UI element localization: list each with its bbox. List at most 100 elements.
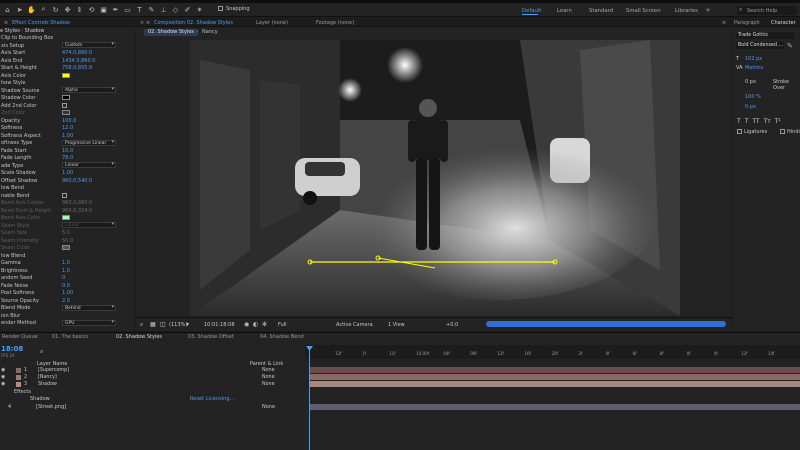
effect-property-value[interactable]: 1.00 [62, 133, 73, 139]
layer-row[interactable]: ◉ 1 [Supercomp] None [0, 367, 305, 374]
zoom-tool-icon[interactable]: ⌕ [39, 5, 48, 14]
pen-tool-icon[interactable]: ✒ [111, 5, 120, 14]
effect-property-row[interactable]: Seam Style Linear [0, 222, 135, 230]
effect-property-dropdown[interactable]: Custom [62, 42, 116, 48]
tab-layer[interactable]: Layer (none) [256, 20, 288, 26]
layer-parent[interactable]: None [262, 375, 275, 380]
effect-property-row[interactable]: Start & Height 758.0,855.9 [0, 64, 135, 72]
rectangle-tool-icon[interactable]: ▭ [123, 5, 132, 14]
layer-name[interactable]: Shadow [38, 382, 57, 387]
current-timecode[interactable]: 10:01:18:08 [204, 322, 235, 328]
leading-value[interactable]: 0 px [745, 79, 756, 85]
camera-tool-icon[interactable]: ▣ [99, 5, 108, 14]
layer-2-bar[interactable] [310, 374, 800, 380]
color-swatch[interactable] [62, 245, 70, 250]
effect-property-row[interactable]: Post Softness 1.00 [0, 289, 135, 297]
effect-property-row[interactable]: low Bend [0, 184, 135, 192]
layer-1-bar[interactable] [310, 367, 800, 373]
resolution-select[interactable]: Full [278, 322, 287, 328]
effect-property-value[interactable]: 758.0,855.9 [62, 65, 92, 71]
effect-property-row[interactable]: Offset Shadow 960.0,540.0 [0, 177, 135, 185]
color-swatch[interactable] [62, 110, 70, 115]
tab-footage[interactable]: Footage (none) [316, 20, 354, 26]
effect-property-row[interactable]: Blend Mode Behind [0, 304, 135, 312]
workspace-libraries[interactable]: Libraries [675, 8, 698, 14]
breadcrumb-shadow-styles[interactable]: 02. Shadow Styles [144, 29, 199, 36]
effect-property-value[interactable]: 0.0 [62, 283, 70, 289]
effect-property-value[interactable]: 960.0,860.0 [62, 200, 92, 206]
effect-property-row[interactable]: Seam Size 5.0 [0, 229, 135, 237]
effect-property-row[interactable]: Bend Axis Color [0, 214, 135, 222]
visibility-eye-icon[interactable]: ◉ [1, 367, 5, 373]
orbit-tool-icon[interactable]: ↻ [51, 5, 60, 14]
color-swatch[interactable] [62, 95, 70, 100]
tab-effect-controls[interactable]: Effect Controls Shadow [12, 20, 70, 26]
tab-paragraph[interactable]: Paragraph [734, 20, 760, 26]
composition-viewer[interactable] [190, 40, 680, 316]
effect-property-row[interactable]: Bend Start & Height 960.0,324.0 [0, 207, 135, 215]
stamp-tool-icon[interactable]: ⊥ [159, 5, 168, 14]
faux-bold-button[interactable]: T [737, 118, 741, 125]
effect-property-value[interactable]: 100.0 [62, 118, 76, 124]
label-color-swatch[interactable] [16, 382, 21, 387]
search-help-box[interactable]: ⌕ Search Help [737, 6, 797, 15]
dolly-tool-icon[interactable]: ⇕ [75, 5, 84, 14]
layer-parent[interactable]: None [262, 368, 275, 373]
effect-property-value[interactable]: 0 [62, 275, 65, 281]
layer-3-bar[interactable] [310, 381, 800, 387]
effect-property-row[interactable]: Softness Aspect 1.00 [0, 132, 135, 140]
superscript-button[interactable]: T¹ [775, 118, 781, 125]
label-color-swatch[interactable] [16, 368, 21, 373]
color-swatch[interactable] [62, 72, 70, 78]
effect-property-value[interactable]: 1.00 [62, 170, 73, 176]
effect-property-value[interactable]: 10.0 [62, 148, 73, 154]
effect-property-row[interactable]: low Blend [0, 252, 135, 260]
layer-row[interactable]: ◉ 3 Shadow None [0, 381, 305, 388]
effect-property-row[interactable]: Fade Start 10.0 [0, 147, 135, 155]
panel-menu-icon[interactable]: ≡ [4, 20, 8, 26]
snapshot-icon[interactable]: ◉ [244, 321, 249, 328]
font-size-value[interactable]: 102 px [745, 56, 762, 62]
effect-property-value[interactable]: 1434.0,860.0 [62, 58, 95, 64]
effect-property-row[interactable]: xis Setup Custom [0, 42, 135, 50]
playhead[interactable] [309, 347, 310, 450]
effect-property-row[interactable]: andom Seed 0 [0, 274, 135, 282]
effect-property-dropdown[interactable]: Progressive Linear [62, 139, 116, 146]
timeline-timecode[interactable]: 18:08 [1, 345, 23, 353]
layer-parent[interactable]: None [262, 382, 275, 387]
text-tool-icon[interactable]: T [135, 5, 144, 14]
effect-property-value[interactable]: 12.0 [62, 125, 73, 131]
effect-property-value[interactable]: 1.0 [62, 268, 70, 274]
faux-italic-button[interactable]: T [745, 118, 749, 125]
selection-tool-icon[interactable]: ➤ [15, 5, 24, 14]
panel-close-icon[interactable]: × [140, 20, 144, 26]
tab-character[interactable]: Character [771, 20, 796, 26]
licensing-link[interactable]: Licensing... [206, 396, 234, 402]
effect-property-row[interactable]: Opacity 100.0 [0, 117, 135, 125]
effect-property-dropdown[interactable]: Alpha [62, 87, 116, 93]
label-color-swatch[interactable] [16, 375, 21, 380]
effect-property-value[interactable]: 1.0 [62, 260, 70, 266]
chevron-down-icon[interactable]: ▾ [186, 321, 189, 328]
font-family-select[interactable]: Trade Gothic [736, 32, 794, 39]
layer-4-bar[interactable] [310, 404, 800, 410]
reset-link[interactable]: Reset [190, 396, 204, 402]
effect-property-dropdown[interactable]: GPU [62, 319, 116, 326]
tracking-value[interactable]: Metrics [745, 65, 763, 71]
all-caps-button[interactable]: TT [752, 118, 759, 125]
font-style-select[interactable]: Bold Condensed ... [736, 42, 784, 49]
camera-select[interactable]: Active Camera [336, 322, 373, 328]
vertical-scale-value[interactable]: 100 % [745, 94, 761, 100]
layer-4-name[interactable]: [Street.png] [36, 404, 66, 410]
effect-property-row[interactable]: Axis Color [0, 72, 135, 80]
color-swatch[interactable] [62, 215, 70, 220]
layer-name[interactable]: [Supercomp] [38, 368, 69, 373]
workspace-learn[interactable]: Learn [557, 8, 572, 14]
effect-property-row[interactable]: Seam Color [0, 244, 135, 252]
tab-the-basics[interactable]: 01. The basics [52, 334, 88, 340]
pan-tool-icon[interactable]: ✥ [63, 5, 72, 14]
show-channel-icon[interactable]: ◐ [253, 321, 258, 328]
visibility-eye-icon[interactable]: ◉ [1, 374, 5, 380]
zoom-level[interactable]: (113%) [169, 322, 187, 328]
effect-property-row[interactable]: Gamma 1.0 [0, 259, 135, 267]
